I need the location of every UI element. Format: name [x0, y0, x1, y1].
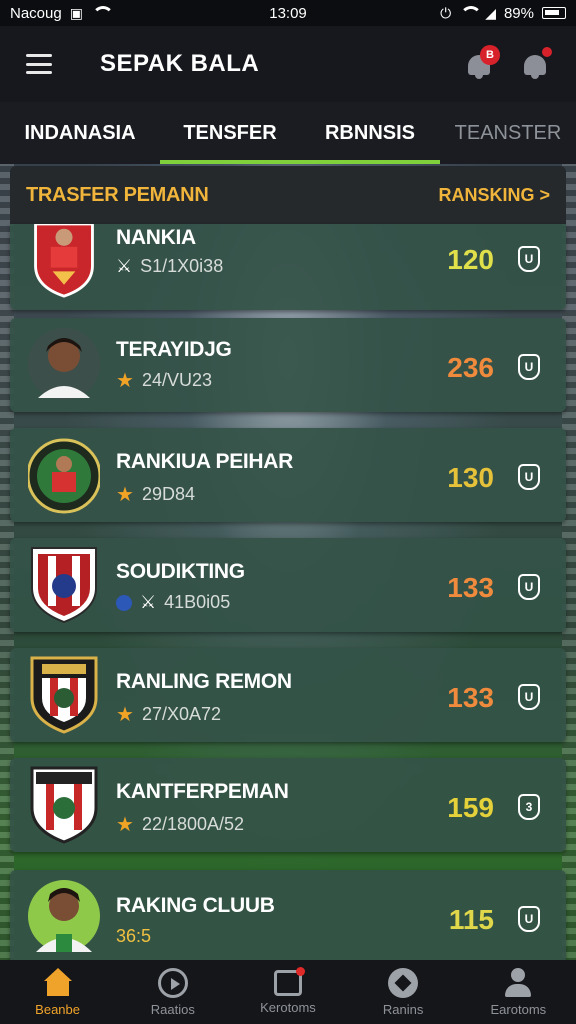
- clock: 13:09: [269, 4, 307, 22]
- club-badge-icon: [28, 438, 100, 514]
- wifi-signal-icon: [459, 6, 483, 20]
- club-crest-icon: [34, 224, 94, 298]
- club-shield-icon: [30, 656, 98, 734]
- list-item[interactable]: KANTFERPEMAN ★ 22/1800A/52 159 3: [10, 758, 566, 852]
- player-name: TERAYIDJG: [116, 338, 232, 361]
- tab-indanasia[interactable]: INDANASIA: [0, 102, 160, 164]
- player-meta: 29D84: [141, 484, 195, 504]
- player-name: RANKIUA PEIHAR: [116, 450, 294, 473]
- user-icon: [502, 967, 534, 998]
- shield-action-icon[interactable]: U: [518, 574, 540, 600]
- list-item[interactable]: NANKIA ⚔ S1/1X0i38 120 U: [10, 224, 566, 310]
- tab-rbnnsis[interactable]: RBNNSIS: [300, 102, 440, 164]
- alerts-bell-icon[interactable]: [520, 47, 552, 79]
- nav-label: Earotoms: [490, 1001, 547, 1017]
- ranking-link[interactable]: RANSKING >: [438, 185, 550, 206]
- player-score: 159: [447, 792, 494, 823]
- nav-home[interactable]: Beanbe: [3, 967, 113, 1017]
- player-meta: 41B0i05: [164, 592, 231, 612]
- shield-action-icon[interactable]: U: [518, 684, 540, 710]
- player-meta: 36:5: [116, 926, 152, 946]
- play-icon: [157, 967, 188, 998]
- player-name: KANTFERPEMAN: [116, 780, 289, 803]
- shield-action-icon[interactable]: U: [518, 906, 540, 932]
- battery-percent: 89%: [503, 4, 534, 22]
- star-icon: ★: [116, 704, 134, 726]
- nav-edit[interactable]: Kerotoms: [233, 966, 343, 1015]
- nav-label: Raatios: [150, 1001, 195, 1017]
- tab-bar: INDANASIA TENSFER RBNNSIS TEANSTER: [0, 102, 576, 164]
- nav-play[interactable]: Raatios: [118, 967, 228, 1017]
- bottom-navigation: Beanbe Raatios Kerotoms Ranins Earotoms: [0, 960, 576, 1024]
- status-bar: Nacoug ▣ 13:09 ⏻ ◢ 89%: [0, 0, 576, 26]
- nav-label: Beanbe: [35, 1001, 80, 1017]
- list-item[interactable]: RANLING REMON ★ 27/X0A72 133 U: [10, 648, 566, 742]
- player-score: 133: [447, 572, 494, 603]
- section-header: TRASFER PEMANN RANSKING >: [10, 166, 566, 224]
- app-header: SEPAK BALA B: [0, 26, 576, 102]
- nav-profile[interactable]: Earotoms: [463, 967, 573, 1017]
- nation-flag-icon: [116, 594, 132, 611]
- tab-teanster[interactable]: TEANSTER: [440, 102, 576, 164]
- nav-label: Ranins: [382, 1001, 424, 1017]
- fixture-icon: ⚔: [116, 256, 133, 276]
- player-score: 236: [447, 352, 494, 383]
- sim-icon: ▣: [69, 5, 83, 21]
- club-shield-icon: [31, 547, 97, 624]
- player-name: NANKIA: [116, 226, 196, 249]
- player-score: 115: [448, 904, 494, 935]
- list-item[interactable]: SOUDIKTING ⚔ 41B0i05 133 U: [10, 538, 566, 632]
- nav-ball[interactable]: Ranins: [348, 967, 458, 1017]
- shield-action-icon[interactable]: U: [518, 246, 540, 272]
- cellular-icon: ◢: [485, 5, 496, 21]
- tab-tensfer[interactable]: TENSFER: [160, 102, 300, 164]
- carrier-label: Nacoug: [10, 4, 62, 22]
- shield-action-icon[interactable]: U: [518, 464, 540, 490]
- player-avatar-icon: [28, 880, 100, 952]
- shield-action-icon[interactable]: U: [518, 354, 540, 380]
- star-icon: ★: [116, 484, 134, 506]
- list-item[interactable]: RAKING CLUUB 36:5 115 U: [10, 870, 566, 964]
- player-name: RANLING REMON: [116, 670, 292, 693]
- wifi-icon: [91, 6, 114, 20]
- edit-icon: [273, 966, 305, 996]
- nav-label: Kerotoms: [260, 999, 316, 1015]
- player-meta: 27/X0A72: [141, 704, 222, 724]
- list-item[interactable]: TERAYIDJG ★ 24/VU23 236 U: [10, 318, 566, 412]
- shield-action-icon[interactable]: 3: [518, 794, 540, 820]
- star-icon: ★: [116, 814, 134, 836]
- hamburger-menu-icon[interactable]: [26, 54, 52, 74]
- player-score: 133: [447, 682, 494, 713]
- player-score: 130: [447, 462, 494, 493]
- alarm-icon: ⏻: [440, 5, 452, 21]
- player-meta: 24/VU23: [141, 370, 212, 390]
- fixture-icon: ⚔: [140, 592, 157, 612]
- player-meta: S1/1X0i38: [140, 256, 224, 276]
- section-title: TRASFER PEMANN: [26, 183, 209, 206]
- notification-badge: B: [480, 45, 500, 65]
- club-shield-icon: [30, 766, 98, 844]
- alert-dot: [542, 47, 552, 57]
- player-meta: 22/1800A/52: [141, 814, 245, 834]
- list-item[interactable]: RANKIUA PEIHAR ★ 29D84 130 U: [10, 428, 566, 522]
- player-name: SOUDIKTING: [116, 560, 245, 583]
- active-tab-indicator: [160, 160, 440, 164]
- ball-icon: [388, 967, 419, 998]
- home-icon: [42, 967, 74, 998]
- notifications-bell-icon[interactable]: B: [464, 45, 500, 79]
- app-title: SEPAK BALA: [100, 50, 260, 77]
- player-name: RAKING CLUUB: [116, 894, 275, 917]
- battery-icon: [542, 7, 566, 19]
- player-avatar-icon: [28, 328, 100, 400]
- player-score: 120: [447, 244, 494, 275]
- star-icon: ★: [116, 370, 134, 392]
